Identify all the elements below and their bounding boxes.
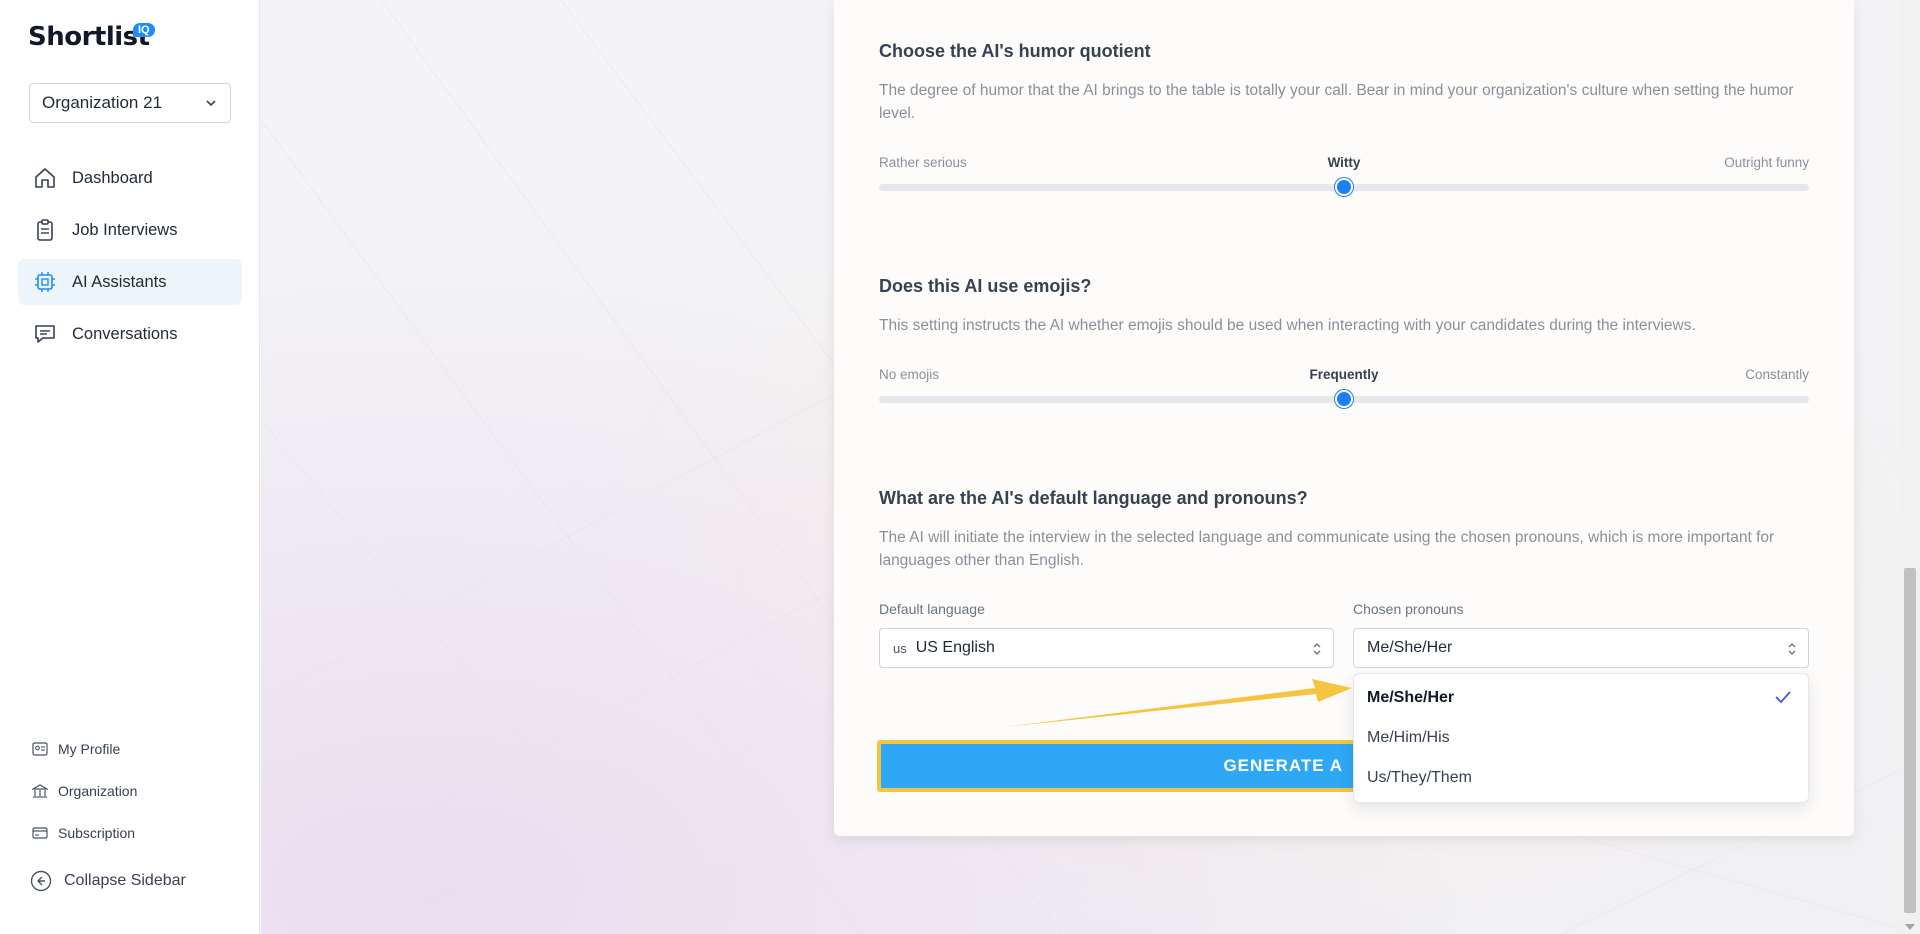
pronoun-option-me-she-her[interactable]: Me/She/Her	[1354, 678, 1808, 718]
chosen-pronouns-select[interactable]: Me/She/Her	[1353, 628, 1809, 668]
default-language-select[interactable]: us US English	[879, 628, 1334, 668]
emoji-current-label: Frequently	[1309, 367, 1379, 382]
chosen-pronouns-label: Chosen pronouns	[1353, 601, 1464, 617]
humor-slider[interactable]	[879, 178, 1809, 196]
pronoun-option-us-they-them[interactable]: Us/They/Them	[1354, 758, 1808, 798]
check-icon	[1775, 691, 1791, 704]
emoji-description: This setting instructs the AI whether em…	[879, 317, 1696, 334]
emoji-max-label: Constantly	[1745, 367, 1809, 382]
humor-description: The degree of humor that the AI brings t…	[879, 82, 1794, 122]
language-flag-code: us	[893, 640, 907, 656]
scrollbar[interactable]	[1900, 0, 1920, 934]
select-arrows-icon	[1313, 643, 1321, 655]
chosen-pronouns-value: Me/She/Her	[1367, 639, 1453, 656]
pronouns-dropdown: Me/She/Her Me/Him/His Us/They/Them	[1353, 673, 1809, 803]
sidebar-item-conversations[interactable]: Conversations	[18, 311, 242, 357]
sidebar-item-organization[interactable]: Organization	[32, 770, 137, 812]
chat-icon	[32, 321, 58, 347]
select-arrows-icon	[1788, 643, 1796, 655]
id-card-icon	[32, 741, 48, 757]
humor-slider-labels: Rather serious Witty Outright funny	[879, 155, 1809, 175]
sidebar-item-label: Organization	[58, 783, 138, 799]
sidebar-item-ai-assistants[interactable]: AI Assistants	[18, 259, 242, 305]
home-icon	[32, 165, 58, 191]
chevron-down-icon	[206, 100, 216, 107]
emoji-slider-thumb[interactable]	[1335, 390, 1353, 408]
generate-button[interactable]: GENERATE A	[877, 740, 1357, 792]
humor-title: Choose the AI's humor quotient	[879, 41, 1151, 61]
humor-section: Choose the AI's humor quotient The degre…	[879, 41, 1809, 196]
sidebar-item-label: My Profile	[58, 741, 121, 757]
default-language-value: US English	[915, 639, 995, 656]
sidebar-item-label: Conversations	[72, 324, 178, 343]
pronoun-option-label: Me/She/Her	[1367, 689, 1455, 706]
emoji-title: Does this AI use emojis?	[879, 276, 1092, 296]
logo-badge: IQ	[133, 23, 155, 37]
bottom-nav: My Profile Organization Subscription	[32, 728, 137, 854]
language-title: What are the AI's default language and p…	[879, 488, 1308, 508]
sidebar-item-label: Subscription	[58, 825, 136, 841]
language-description: The AI will initiate the interview in th…	[879, 529, 1775, 569]
pronoun-option-label: Us/They/Them	[1367, 769, 1472, 786]
collapse-sidebar-button[interactable]: Collapse Sidebar	[30, 870, 186, 892]
collapse-sidebar-label: Collapse Sidebar	[64, 872, 186, 889]
humor-slider-thumb[interactable]	[1335, 178, 1353, 196]
sidebar-item-my-profile[interactable]: My Profile	[32, 728, 137, 770]
sidebar-item-dashboard[interactable]: Dashboard	[18, 155, 242, 201]
sidebar-item-subscription[interactable]: Subscription	[32, 812, 137, 854]
pronoun-option-me-him-his[interactable]: Me/Him/His	[1354, 718, 1808, 758]
scroll-down-arrow-icon[interactable]	[1905, 924, 1915, 930]
sidebar-item-label: Dashboard	[72, 168, 153, 187]
emoji-slider[interactable]	[879, 390, 1809, 408]
generate-button-label: GENERATE A	[1223, 756, 1343, 775]
scrollbar-thumb[interactable]	[1904, 568, 1916, 913]
annotation-arrow	[1004, 679, 1352, 727]
emoji-slider-labels: No emojis Frequently Constantly	[879, 367, 1809, 387]
credit-card-icon	[32, 825, 48, 841]
language-section: What are the AI's default language and p…	[879, 488, 1809, 572]
sidebar-item-label: AI Assistants	[72, 272, 167, 291]
pronoun-option-label: Me/Him/His	[1367, 729, 1450, 746]
default-language-label: Default language	[879, 601, 985, 617]
building-icon	[32, 783, 48, 799]
humor-max-label: Outright funny	[1724, 155, 1809, 170]
organization-selector[interactable]: Organization 21	[29, 83, 231, 123]
sidebar-item-label: Job Interviews	[72, 220, 178, 239]
sidebar-item-job-interviews[interactable]: Job Interviews	[18, 207, 242, 253]
organization-selector-value: Organization 21	[42, 93, 163, 112]
arrow-left-circle-icon	[30, 870, 52, 892]
app-logo[interactable]: Shortlist	[28, 22, 150, 52]
clipboard-icon	[32, 217, 58, 243]
sidebar: Shortlist IQ Organization 21 Dashboard J…	[0, 0, 260, 934]
chip-icon	[32, 269, 58, 295]
emoji-section: Does this AI use emojis? This setting in…	[879, 276, 1809, 408]
main-nav: Dashboard Job Interviews AI Assistants C…	[18, 155, 242, 363]
humor-current-label: Witty	[1327, 155, 1361, 170]
